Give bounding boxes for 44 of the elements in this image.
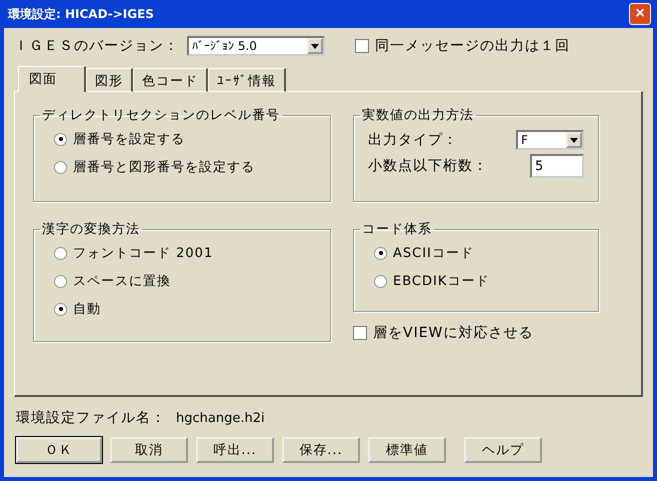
tab[interactable]: 色コード (133, 68, 208, 92)
version-dropdown[interactable]: ﾊﾞｰｼﾞｮﾝ 5.0 (187, 36, 325, 56)
decimal-places-field[interactable]: 5 (530, 154, 584, 178)
radio-button[interactable] (54, 274, 67, 288)
radio-button[interactable] (54, 160, 67, 174)
checkbox[interactable] (353, 326, 367, 340)
radio-option[interactable]: 自動 (54, 300, 316, 318)
radio-option[interactable]: フォントコード 2001 (54, 244, 316, 262)
dialog-button[interactable]: 標準値 (368, 437, 446, 463)
dialog-button[interactable]: ＯＫ (16, 437, 102, 463)
group-title: 漢字の変換方法 (41, 221, 141, 238)
radio-button[interactable] (374, 246, 387, 260)
dialog-button[interactable]: 保存... (282, 437, 360, 463)
radio-option[interactable]: 層番号を設定する (54, 130, 316, 148)
tab[interactable]: 図形 (86, 68, 133, 92)
output-type-dropdown[interactable]: F (516, 130, 584, 150)
radio-option[interactable]: 層番号と図形番号を設定する (54, 158, 316, 176)
radio-button[interactable] (374, 274, 387, 288)
radio-option[interactable]: EBCDIKコード (374, 272, 584, 290)
settings-file-label: 環境設定ファイル名： (16, 409, 166, 427)
caret-icon (570, 138, 578, 142)
window-title: 環境設定: HICAD->IGES (8, 6, 154, 22)
radio-button[interactable] (54, 246, 67, 260)
dialog-button[interactable]: 呼出... (196, 437, 274, 463)
radio-option[interactable]: ASCIIコード (374, 244, 584, 262)
close-button[interactable]: × (629, 3, 651, 25)
checkbox-label: 層をVIEWに対応させる (373, 324, 534, 342)
dialog-button[interactable]: ヘルプ (464, 437, 542, 463)
checkbox[interactable] (355, 39, 369, 53)
checkbox-label: 同一メッセージの出力は１回 (375, 37, 570, 55)
group-title: コード体系 (361, 221, 433, 238)
tab[interactable]: 図面 (18, 66, 86, 92)
radio-option[interactable]: スペースに置換 (54, 272, 316, 290)
caret-icon (311, 44, 319, 48)
output-type-label: 出力タイプ： (368, 131, 458, 149)
settings-file-name: hgchange.h2i (176, 410, 265, 426)
decimal-places-label: 小数点以下桁数： (368, 157, 488, 175)
radio-button[interactable] (54, 302, 67, 316)
group-title: 実数値の出力方法 (361, 107, 475, 124)
group-title: ディレクトリセクションのレベル番号 (41, 107, 281, 124)
dialog-button[interactable]: 取消 (110, 437, 188, 463)
version-label: ＩＧＥＳのバージョン： (14, 37, 179, 55)
tab[interactable]: ﾕｰｻﾞ情報 (208, 68, 286, 92)
radio-button[interactable] (54, 132, 67, 146)
